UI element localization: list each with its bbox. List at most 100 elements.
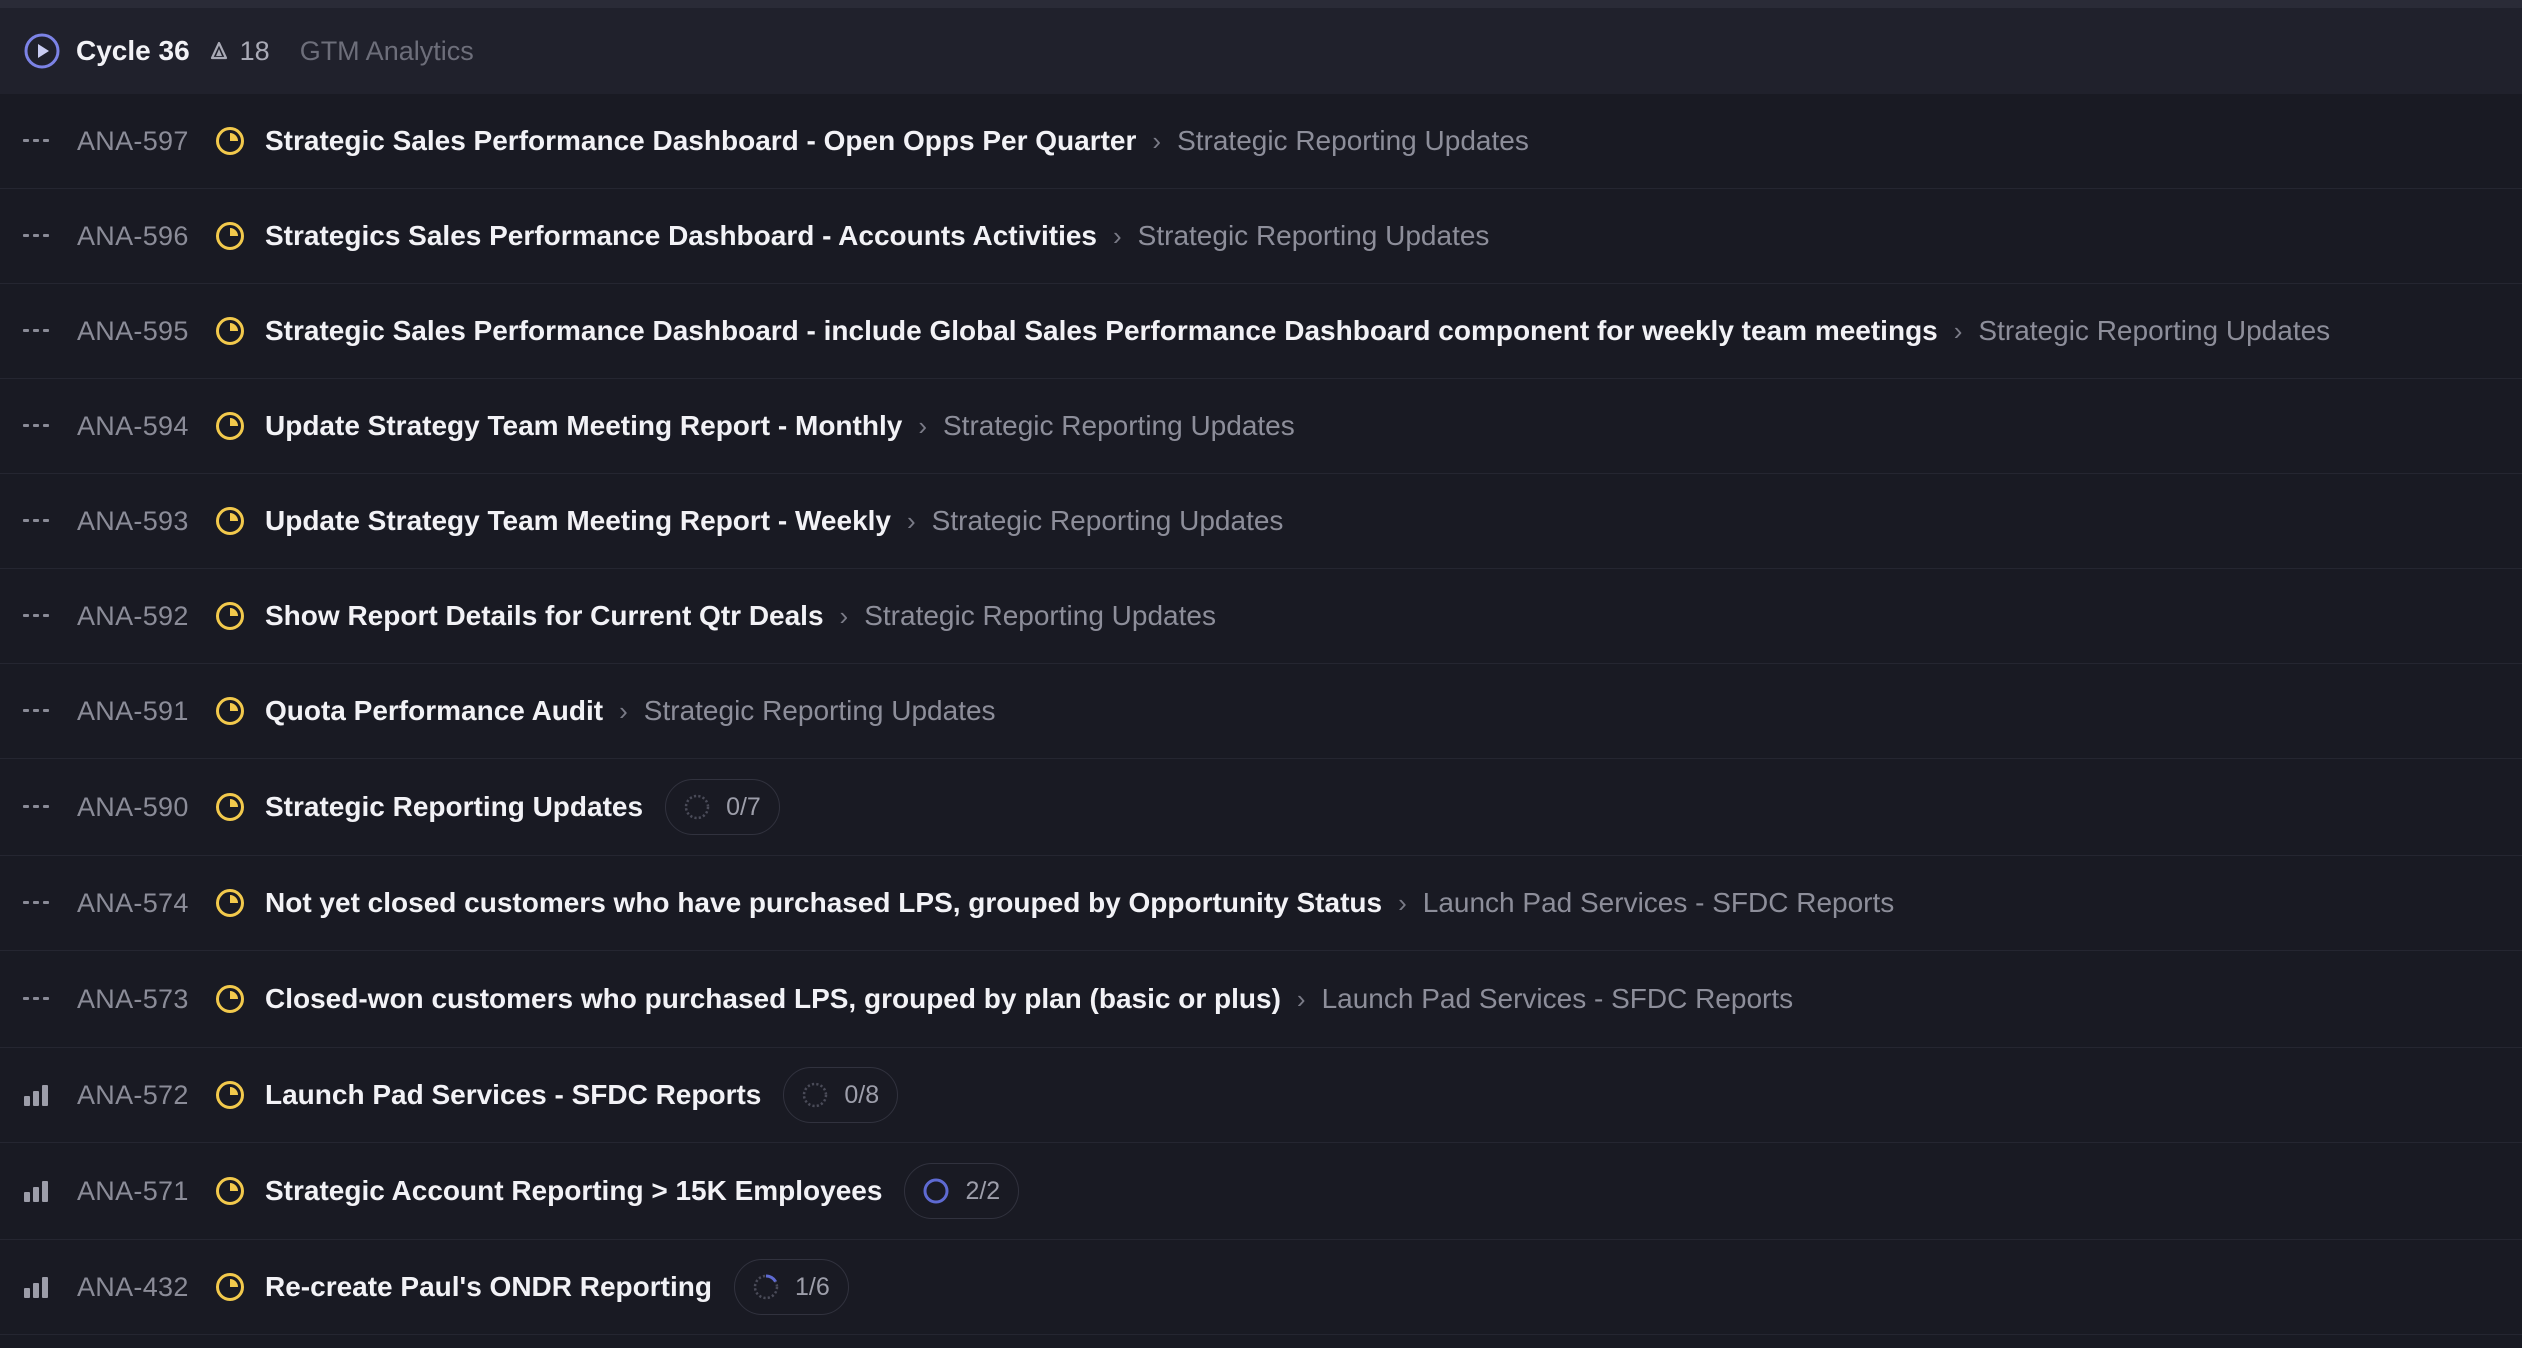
issue-title[interactable]: Strategic Sales Performance Dashboard - … xyxy=(265,125,1136,157)
chevron-right-icon: › xyxy=(918,410,927,441)
issue-id: ANA-573 xyxy=(77,983,189,1014)
no-priority-icon[interactable] xyxy=(22,888,56,918)
issue-title[interactable]: Quota Performance Audit xyxy=(265,695,603,727)
issue-row[interactable]: ANA-590 Strategic Reporting Updates 0/7 xyxy=(0,759,2522,856)
progress-ring-icon xyxy=(800,1080,830,1110)
parent-issue-link[interactable]: Strategic Reporting Updates xyxy=(864,600,1216,632)
parent-issue-link[interactable]: Launch Pad Services - SFDC Reports xyxy=(1423,887,1895,919)
issue-id: ANA-574 xyxy=(77,887,189,918)
issue-list: ANA-597 Strategic Sales Performance Dashb… xyxy=(0,94,2522,1335)
cycle-icon xyxy=(22,31,62,71)
no-priority-icon[interactable] xyxy=(22,316,56,346)
in-progress-status-icon[interactable] xyxy=(213,694,247,728)
cycle-title: Cycle 36 xyxy=(76,35,190,66)
sub-issues-badge[interactable]: 1/6 xyxy=(733,1259,849,1315)
sub-issues-count: 0/8 xyxy=(844,1080,880,1109)
sub-issues-badge[interactable]: 0/8 xyxy=(783,1067,899,1123)
parent-issue-link[interactable]: Strategic Reporting Updates xyxy=(932,505,1284,537)
issue-row[interactable]: ANA-591 Quota Performance Audit › Strategic… xyxy=(0,664,2522,759)
top-divider xyxy=(0,0,2522,8)
sub-issues-count: 2/2 xyxy=(965,1176,1001,1205)
issue-title[interactable]: Re-create Paul's ONDR Reporting xyxy=(265,1271,712,1303)
parent-issue-link[interactable]: Strategic Reporting Updates xyxy=(1177,125,1529,157)
issue-id: ANA-592 xyxy=(77,600,189,631)
sub-issues-badge[interactable]: 0/7 xyxy=(665,779,780,835)
parent-issue-link[interactable]: Launch Pad Services - SFDC Reports xyxy=(1322,983,1794,1015)
in-progress-status-icon[interactable] xyxy=(213,504,247,538)
issue-row[interactable]: ANA-592 Show Report Details for Current Q… xyxy=(0,569,2522,664)
cycle-group-header[interactable]: Cycle 36 18 GTM Analytics xyxy=(0,8,2522,94)
parent-issue-link[interactable]: Strategic Reporting Updates xyxy=(1978,315,2330,347)
issue-id: ANA-590 xyxy=(77,791,189,822)
issue-id: ANA-591 xyxy=(77,695,189,726)
priority-high-icon[interactable] xyxy=(22,1080,56,1110)
issue-title[interactable]: Strategics Sales Performance Dashboard -… xyxy=(265,220,1097,252)
chevron-right-icon: › xyxy=(1152,125,1162,156)
chevron-right-icon: › xyxy=(907,505,916,536)
no-priority-icon[interactable] xyxy=(22,221,56,251)
issue-row[interactable]: ANA-597 Strategic Sales Performance Dashb… xyxy=(0,94,2522,189)
no-priority-icon[interactable] xyxy=(22,601,56,631)
priority-high-icon[interactable] xyxy=(22,1272,56,1302)
progress-ring-icon xyxy=(921,1176,951,1206)
team-name: GTM Analytics xyxy=(299,35,474,66)
issue-id: ANA-572 xyxy=(77,1079,189,1110)
issue-row[interactable]: ANA-572 Launch Pad Services - SFDC Report… xyxy=(0,1048,2522,1143)
chevron-right-icon: › xyxy=(1953,315,1963,346)
no-priority-icon[interactable] xyxy=(22,411,56,441)
sub-issues-count: 1/6 xyxy=(794,1272,830,1301)
chevron-right-icon: › xyxy=(839,600,849,631)
progress-ring-icon xyxy=(682,792,712,822)
issue-row[interactable]: ANA-574 Not yet closed customers who have… xyxy=(0,856,2522,951)
sub-issues-badge[interactable]: 2/2 xyxy=(904,1163,1020,1219)
issue-row[interactable]: ANA-571 Strategic Account Reporting > 15K… xyxy=(0,1143,2522,1240)
issue-row[interactable]: ANA-573 Closed-won customers who purchase… xyxy=(0,951,2522,1048)
in-progress-status-icon[interactable] xyxy=(213,982,247,1016)
issue-title[interactable]: Not yet closed customers who have purcha… xyxy=(265,887,1382,919)
in-progress-status-icon[interactable] xyxy=(213,1078,247,1112)
in-progress-status-icon[interactable] xyxy=(213,409,247,443)
no-priority-icon[interactable] xyxy=(22,126,56,156)
issue-title[interactable]: Closed-won customers who purchased LPS, … xyxy=(265,983,1281,1015)
priority-high-icon[interactable] xyxy=(22,1176,56,1206)
issue-title[interactable]: Strategic Account Reporting > 15K Employ… xyxy=(265,1175,882,1207)
in-progress-status-icon[interactable] xyxy=(213,886,247,920)
issue-row[interactable]: ANA-594 Update Strategy Team Meeting Repo… xyxy=(0,379,2522,474)
issue-id: ANA-593 xyxy=(77,505,189,536)
issue-row[interactable]: ANA-432 Re-create Paul's ONDR Reporting 1/… xyxy=(0,1240,2522,1335)
chevron-right-icon: › xyxy=(1296,983,1306,1014)
issue-row[interactable]: ANA-595 Strategic Sales Performance Dashb… xyxy=(0,284,2522,379)
issue-title[interactable]: Strategic Reporting Updates xyxy=(265,791,643,823)
no-priority-icon[interactable] xyxy=(22,696,56,726)
issue-row[interactable]: ANA-596 Strategics Sales Performance Dash… xyxy=(0,189,2522,284)
parent-issue-link[interactable]: Strategic Reporting Updates xyxy=(644,695,996,727)
issue-row[interactable]: ANA-593 Update Strategy Team Meeting Repo… xyxy=(0,474,2522,569)
no-priority-icon[interactable] xyxy=(22,506,56,536)
issue-id: ANA-597 xyxy=(77,125,189,156)
progress-ring-icon xyxy=(751,1272,781,1302)
in-progress-status-icon[interactable] xyxy=(213,219,247,253)
issue-count-value: 18 xyxy=(239,35,270,66)
in-progress-status-icon[interactable] xyxy=(213,1174,247,1208)
parent-issue-link[interactable]: Strategic Reporting Updates xyxy=(943,410,1295,442)
issue-title[interactable]: Launch Pad Services - SFDC Reports xyxy=(265,1079,761,1111)
no-priority-icon[interactable] xyxy=(22,792,56,822)
issue-id: ANA-595 xyxy=(77,315,189,346)
in-progress-status-icon[interactable] xyxy=(213,599,247,633)
issue-id: ANA-432 xyxy=(77,1271,189,1302)
in-progress-status-icon[interactable] xyxy=(213,314,247,348)
issue-title[interactable]: Strategic Sales Performance Dashboard - … xyxy=(265,315,1938,347)
count-icon xyxy=(210,40,230,62)
issue-count: 18 xyxy=(210,36,270,67)
in-progress-status-icon[interactable] xyxy=(213,1270,247,1304)
issue-id: ANA-571 xyxy=(77,1175,189,1206)
no-priority-icon[interactable] xyxy=(22,984,56,1014)
in-progress-status-icon[interactable] xyxy=(213,124,247,158)
issue-title[interactable]: Show Report Details for Current Qtr Deal… xyxy=(265,600,824,632)
issue-title[interactable]: Update Strategy Team Meeting Report - Mo… xyxy=(265,410,902,442)
chevron-right-icon: › xyxy=(1113,220,1122,251)
chevron-right-icon: › xyxy=(1398,887,1407,918)
in-progress-status-icon[interactable] xyxy=(213,790,247,824)
issue-title[interactable]: Update Strategy Team Meeting Report - We… xyxy=(265,505,891,537)
parent-issue-link[interactable]: Strategic Reporting Updates xyxy=(1138,220,1490,252)
